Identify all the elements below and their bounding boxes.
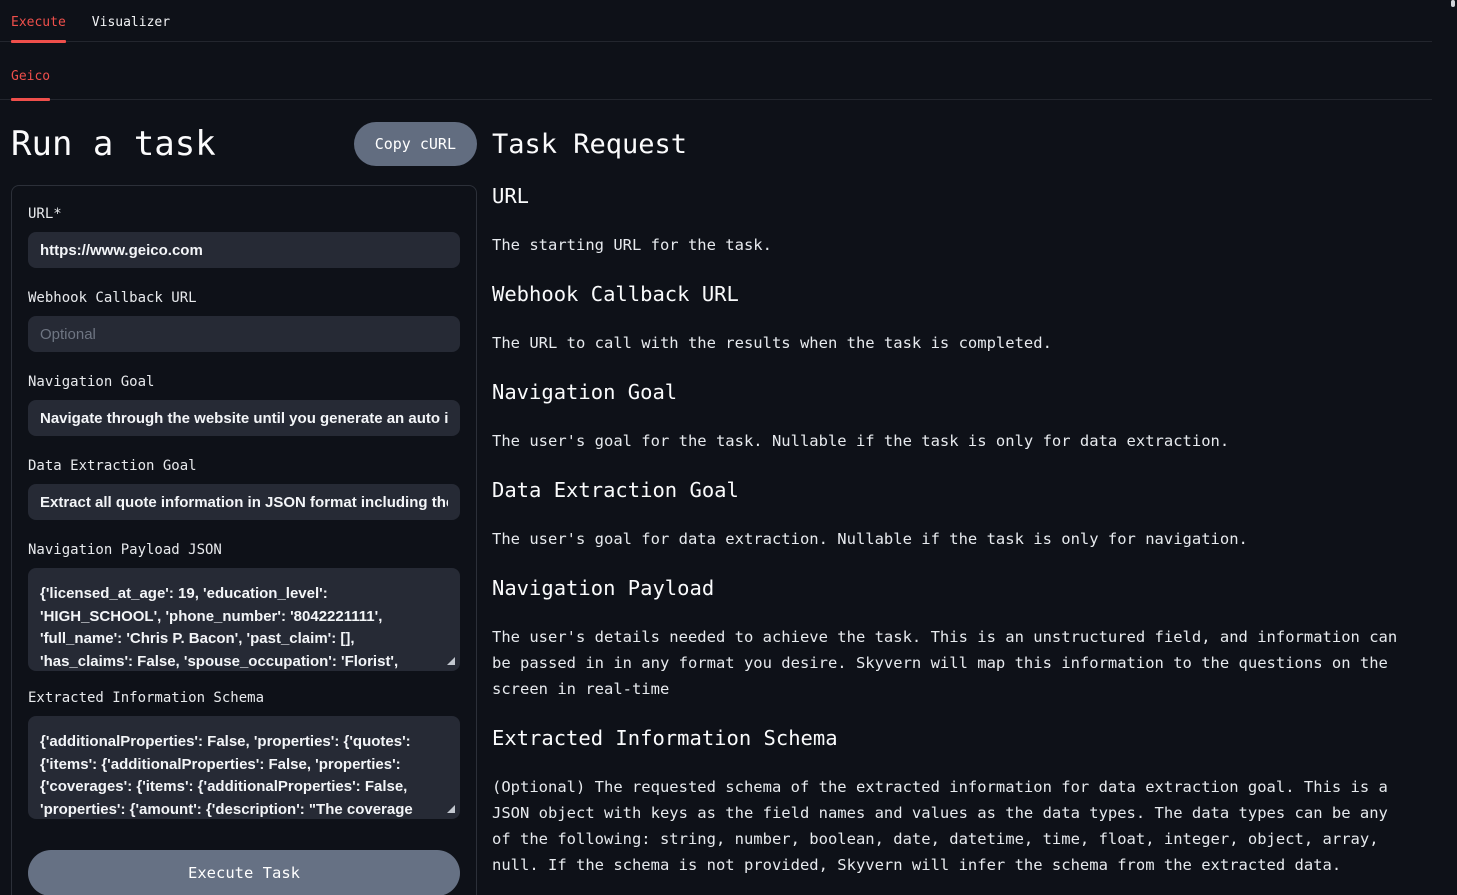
url-input[interactable] xyxy=(28,232,460,268)
task-request-docs-panel: Task Request URL The starting URL for th… xyxy=(492,100,1432,878)
page: Execute Visualizer Geico Run a task Copy… xyxy=(0,0,1432,895)
tab-visualizer[interactable]: Visualizer xyxy=(92,14,170,41)
doc-heading: Extracted Information Schema xyxy=(492,725,1427,751)
resize-handle-icon[interactable] xyxy=(447,805,455,813)
form-header: Run a task Copy cURL xyxy=(11,122,477,166)
doc-section-navigation-payload: Navigation Payload The user's details ne… xyxy=(492,575,1427,702)
doc-body: (Optional) The requested schema of the e… xyxy=(492,774,1410,878)
doc-section-extracted-schema: Extracted Information Schema (Optional) … xyxy=(492,725,1427,878)
doc-section-navigation-goal: Navigation Goal The user's goal for the … xyxy=(492,379,1427,454)
navigation-goal-input[interactable] xyxy=(28,400,460,436)
data-extraction-goal-label: Data Extraction Goal xyxy=(28,458,460,475)
doc-body: The starting URL for the task. xyxy=(492,232,1410,258)
scrollbar-thumb[interactable] xyxy=(1451,0,1455,7)
resize-handle-icon[interactable] xyxy=(447,657,455,665)
doc-section-webhook: Webhook Callback URL The URL to call wit… xyxy=(492,281,1427,356)
doc-body: The user's goal for data extraction. Nul… xyxy=(492,526,1410,552)
tab-execute[interactable]: Execute xyxy=(11,14,66,41)
tab-geico[interactable]: Geico xyxy=(11,68,50,99)
task-form-panel: Run a task Copy cURL URL* Webhook Callba… xyxy=(11,100,477,895)
navigation-payload-label: Navigation Payload JSON xyxy=(28,542,460,559)
doc-heading: Navigation Payload xyxy=(492,575,1427,601)
primary-tabbar: Execute Visualizer xyxy=(0,0,1432,42)
navigation-payload-wrap: {'licensed_at_age': 19, 'education_level… xyxy=(28,568,460,671)
task-form-card: URL* Webhook Callback URL Navigation Goa… xyxy=(11,185,477,895)
extracted-schema-wrap: {'additionalProperties': False, 'propert… xyxy=(28,716,460,819)
doc-body: The user's goal for the task. Nullable i… xyxy=(492,428,1410,454)
webhook-input[interactable] xyxy=(28,316,460,352)
task-request-title: Task Request xyxy=(492,130,1427,160)
execute-task-button[interactable]: Execute Task xyxy=(28,850,460,895)
navigation-payload-textarea[interactable]: {'licensed_at_age': 19, 'education_level… xyxy=(28,568,460,671)
doc-heading: Webhook Callback URL xyxy=(492,281,1427,307)
extracted-schema-label: Extracted Information Schema xyxy=(28,690,460,707)
page-title: Run a task xyxy=(11,124,216,164)
doc-body: The user's details needed to achieve the… xyxy=(492,624,1410,702)
doc-heading: URL xyxy=(492,183,1427,209)
doc-heading: Navigation Goal xyxy=(492,379,1427,405)
task-tabbar: Geico xyxy=(0,42,1432,100)
data-extraction-goal-input[interactable] xyxy=(28,484,460,520)
extracted-schema-textarea[interactable]: {'additionalProperties': False, 'propert… xyxy=(28,716,460,819)
navigation-goal-label: Navigation Goal xyxy=(28,374,460,391)
copy-curl-button[interactable]: Copy cURL xyxy=(354,122,477,166)
main-content: Run a task Copy cURL URL* Webhook Callba… xyxy=(0,100,1432,895)
doc-section-data-extraction-goal: Data Extraction Goal The user's goal for… xyxy=(492,477,1427,552)
webhook-label: Webhook Callback URL xyxy=(28,290,460,307)
doc-section-url: URL The starting URL for the task. xyxy=(492,183,1427,258)
doc-body: The URL to call with the results when th… xyxy=(492,330,1410,356)
doc-heading: Data Extraction Goal xyxy=(492,477,1427,503)
url-label: URL* xyxy=(28,206,460,223)
